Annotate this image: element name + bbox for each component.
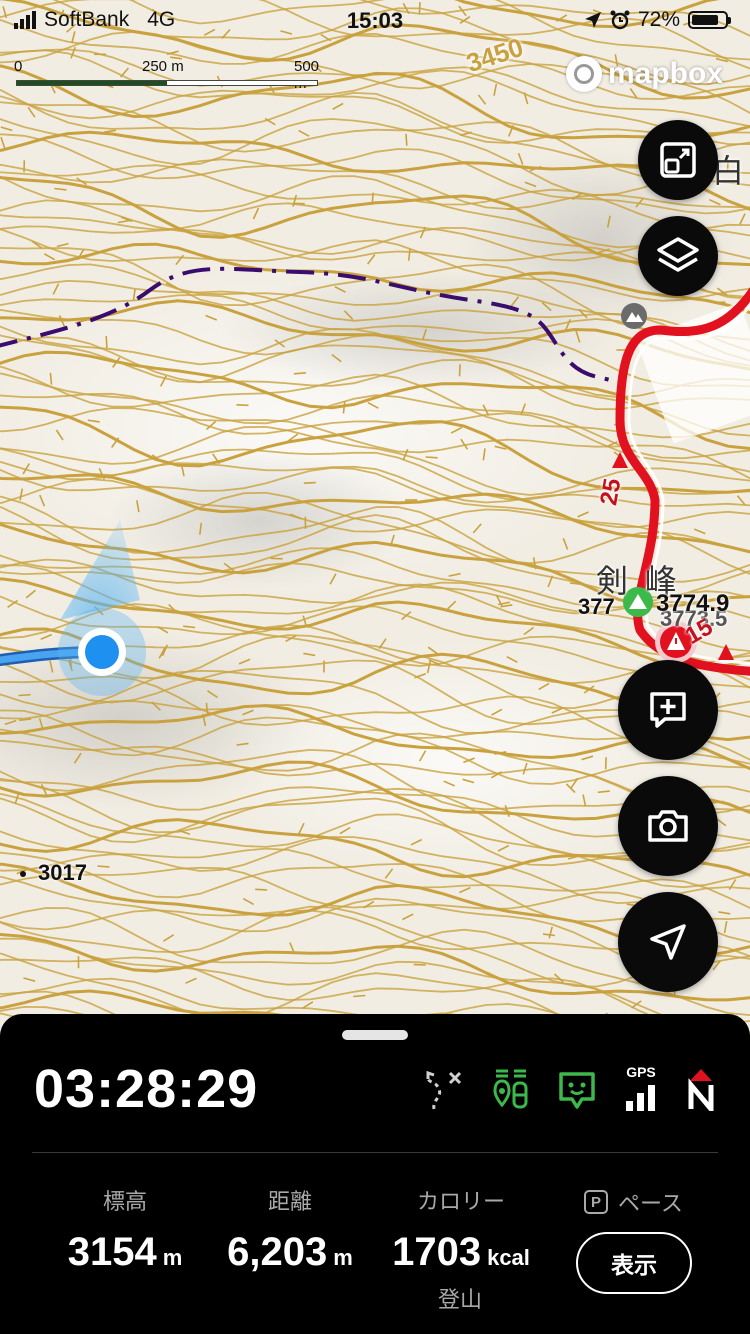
alarm-icon (610, 10, 630, 30)
calories-label: カロリー (416, 1189, 505, 1214)
scale-label-0: 0 (14, 58, 23, 75)
pace-label: ペース (618, 1191, 683, 1216)
mapbox-logo-icon (566, 56, 602, 92)
chat-icon (559, 1072, 595, 1109)
pace-header: P ペース (584, 1186, 683, 1218)
route-time-label-a: 25 (595, 476, 627, 508)
scale-label-250: 250 m (142, 58, 184, 75)
elapsed-time: 03:28:29 (34, 1059, 259, 1119)
compass-button[interactable] (686, 1067, 716, 1111)
fullscreen-icon (660, 142, 696, 178)
distance-unit: m (333, 1245, 353, 1270)
calories-unit: kcal (487, 1245, 530, 1270)
peak-elevation-partial: 377 (578, 594, 615, 619)
altitude-stat: 標高 3154 m (40, 1184, 210, 1275)
fullscreen-button[interactable] (638, 120, 718, 200)
companions-button[interactable] (492, 1067, 530, 1111)
gps-status: GPS (624, 1064, 658, 1111)
location-services-icon (584, 12, 601, 28)
status-bar: SoftBank 4G 15:03 72% (0, 0, 750, 44)
tracking-panel: 03:28:29 GPS 標高 3154 m 距離 6,203 m カロリー 170… (0, 1014, 750, 1334)
add-note-icon (650, 692, 686, 728)
show-pace-button[interactable]: 表示 (576, 1232, 692, 1294)
distance-value: 6,203 (227, 1230, 328, 1274)
mapbox-attribution[interactable]: mapbox (566, 56, 723, 92)
distance-label: 距離 (267, 1189, 312, 1214)
compass-north-icon (688, 1069, 714, 1111)
panel-divider (32, 1152, 718, 1153)
calories-stat: カロリー 1703 kcal (376, 1184, 546, 1275)
altitude-value: 3154 (67, 1230, 157, 1274)
locate-me-button[interactable] (618, 892, 718, 992)
calories-value: 1703 (392, 1230, 482, 1274)
locate-icon (650, 924, 686, 960)
pace-badge-icon: P (584, 1190, 608, 1214)
map-layers-button[interactable] (638, 216, 718, 296)
scale-label-500: 500 m (294, 58, 320, 92)
chat-button[interactable] (558, 1071, 596, 1111)
add-note-button[interactable] (618, 660, 718, 760)
camera-icon (648, 810, 688, 842)
map-view[interactable]: SoftBank 4G 15:03 72% 0 250 m 500 m mapb… (0, 0, 750, 1040)
panel-drag-handle[interactable] (342, 1030, 408, 1040)
battery-icon (688, 11, 731, 29)
route-off-icon (426, 1070, 462, 1110)
status-icons: GPS (424, 1064, 716, 1111)
altitude-unit: m (162, 1245, 183, 1270)
battery-percent: 72% (637, 8, 680, 31)
mapbox-wordmark: mapbox (608, 57, 724, 90)
camera-button[interactable] (618, 776, 718, 876)
gps-label: GPS (626, 1064, 656, 1080)
peak-elevation-label: 3774.9 (656, 590, 730, 617)
gps-signal-icon (626, 1085, 655, 1111)
route-off-button[interactable] (424, 1069, 464, 1111)
layers-icon (657, 237, 699, 272)
distance-stat: 距離 6,203 m (210, 1184, 370, 1275)
spot-height-label: 3017 (38, 860, 87, 885)
activity-mode-label: 登山 (437, 1287, 482, 1312)
companions-icon (493, 1069, 528, 1109)
altitude-label: 標高 (102, 1189, 147, 1214)
